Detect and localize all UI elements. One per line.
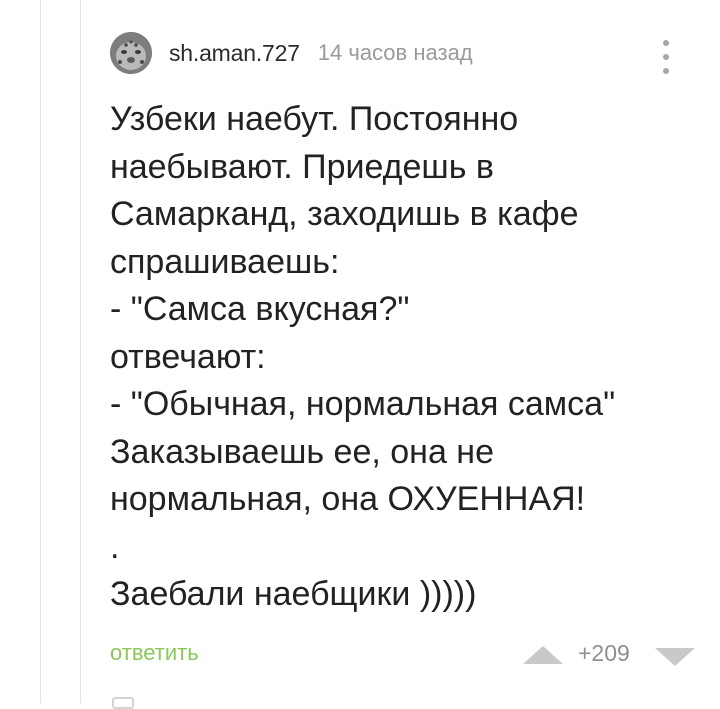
reply-button[interactable]: ответить [110, 640, 199, 666]
thread-line-outer [40, 0, 41, 703]
more-vertical-icon[interactable] [660, 40, 672, 74]
comment-line: Узбеки наебут. Постоянно [110, 100, 519, 138]
comment-line: - "Обычная, нормальная самса" [110, 385, 616, 423]
avatar[interactable] [110, 32, 152, 74]
thread-line-inner [80, 0, 81, 703]
comment-line: наебывают. Приедешь в [110, 147, 494, 186]
rating-count: +209 [578, 640, 630, 666]
comment-line: Самарканд, заходишь в кафе [110, 195, 579, 233]
comment-line: спрашиваешь: [110, 242, 340, 281]
comment-line: . [110, 527, 120, 566]
comment-line: отвечают: [110, 337, 266, 376]
comment-line: нормальная, она ОХУЕННАЯ! [110, 480, 586, 518]
comment-text: Узбеки наебут. Постоянно наебывают. Прие… [110, 96, 690, 619]
triangle-up-icon[interactable] [523, 646, 563, 664]
comment-line: - "Самса вкусная?" [110, 290, 410, 328]
snow-leopard-avatar-icon [110, 32, 152, 74]
comment-header: sh.aman.727 14 часов назад [110, 32, 473, 74]
comment-line: Заказываешь ее, она не [110, 432, 494, 471]
username[interactable]: sh.aman.727 [169, 40, 300, 67]
menu-dot [663, 68, 669, 74]
comment-line: Заебали наебщики ))))) [110, 575, 477, 613]
menu-dot [663, 54, 669, 60]
triangle-down-icon[interactable] [655, 648, 695, 666]
comment-footer: ответить +209 [110, 640, 695, 670]
timestamp: 14 часов назад [317, 40, 473, 65]
next-comment-collapse-icon[interactable] [112, 697, 134, 709]
menu-dot [663, 40, 669, 46]
